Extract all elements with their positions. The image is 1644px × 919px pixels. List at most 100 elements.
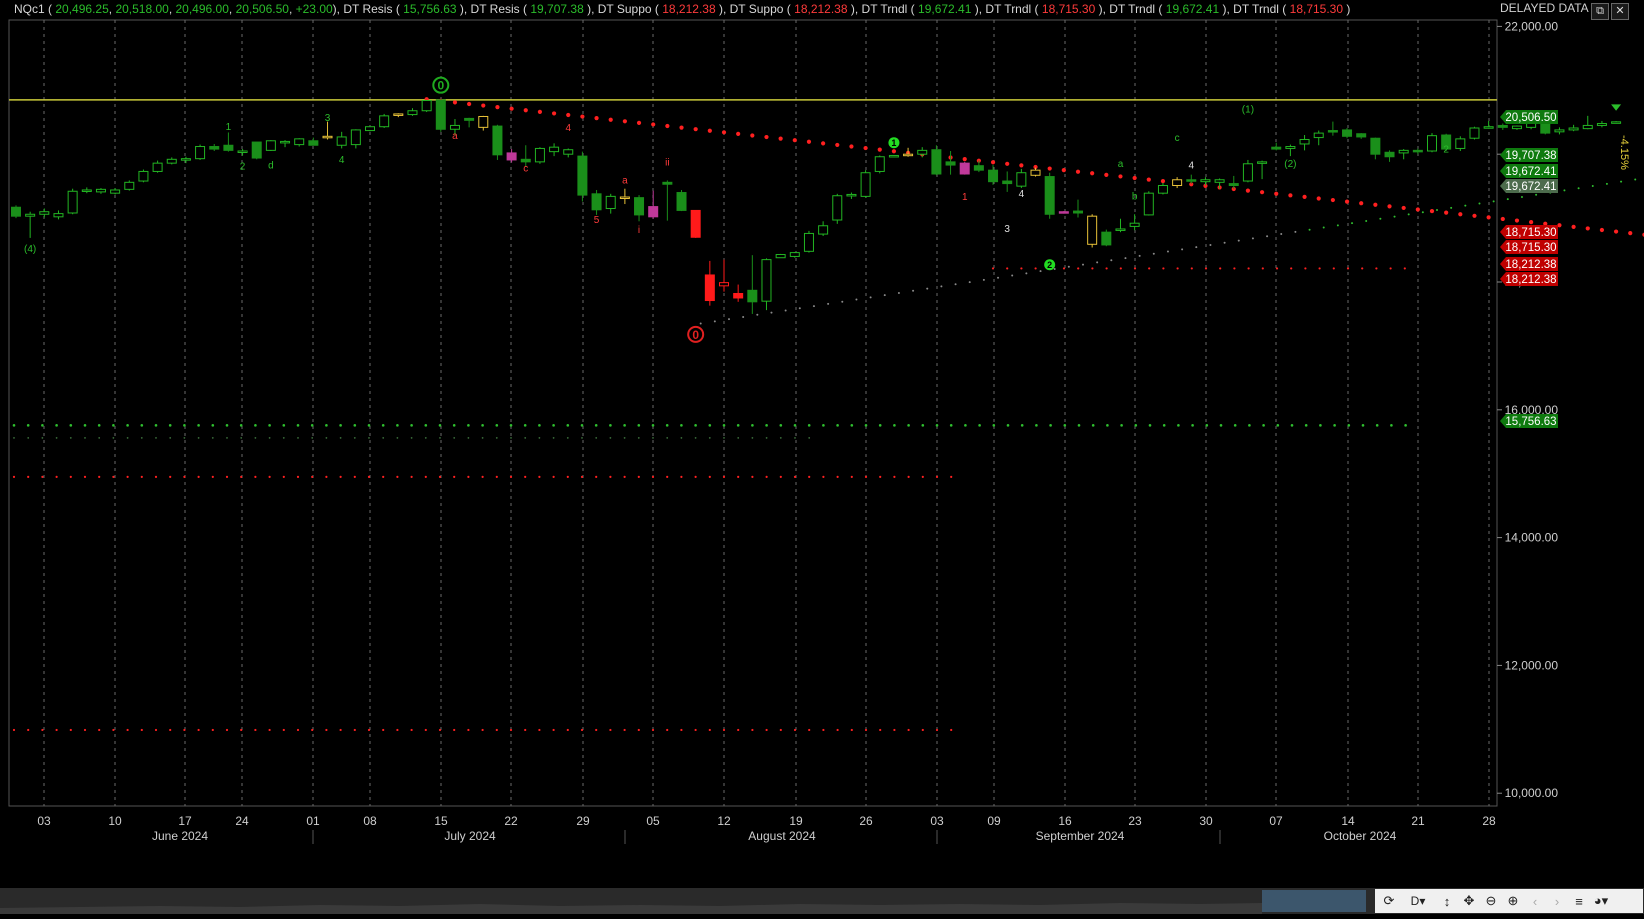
resistance-dot [1361, 424, 1365, 427]
support-dot [708, 475, 711, 479]
support-dot [353, 475, 356, 479]
resistance-dot [481, 424, 484, 427]
trendline-dot [1288, 193, 1293, 198]
trendline-dot [869, 296, 872, 299]
candle [903, 147, 914, 157]
resistance-dot [949, 424, 953, 427]
y-tick-label: 22,000.00 [1505, 19, 1559, 33]
zoom-out-icon[interactable]: ⊖ [1481, 891, 1501, 911]
trendline-dot [728, 318, 730, 321]
support-dot [140, 475, 143, 479]
resistance-dot [1020, 424, 1024, 427]
candle [1412, 148, 1423, 155]
price-tag-label: 18,715.30 [1505, 242, 1556, 254]
menu-icon[interactable]: ≡ [1569, 891, 1589, 911]
candle [1611, 121, 1622, 124]
support-dot [41, 728, 44, 732]
support-dot [1375, 267, 1378, 270]
resistance-dot [211, 437, 214, 439]
wave-label: (4) [24, 244, 36, 255]
support-dot [197, 475, 200, 479]
resistance-dot [282, 437, 285, 439]
candle-body [308, 140, 319, 146]
trendline-dot [1359, 201, 1364, 206]
resistance-dot [424, 424, 428, 427]
zoom-in-icon[interactable]: ⊕ [1503, 891, 1523, 911]
candle-body [393, 113, 404, 116]
candle-body [520, 158, 531, 163]
candle [1313, 130, 1324, 146]
candle [1285, 144, 1296, 157]
move-icon[interactable]: ✥ [1459, 891, 1479, 911]
vertical-resize-icon[interactable]: ↕ [1437, 891, 1457, 911]
trendline-dot [551, 111, 557, 116]
restore-icon[interactable]: ⧉ [1591, 3, 1609, 20]
candle-body [1299, 138, 1310, 145]
candle-body [1384, 151, 1395, 158]
candle [1554, 127, 1565, 135]
support-dot [495, 728, 498, 732]
trendline-dot [1104, 172, 1109, 177]
resistance-dot [765, 437, 768, 439]
support-dot [254, 728, 257, 732]
resistance-dot [836, 424, 839, 427]
candle [860, 170, 871, 198]
candle-body [223, 144, 234, 151]
trendline-dot [1529, 220, 1534, 225]
resistance-dot [353, 424, 357, 427]
palette-icon[interactable]: ◕▾ [1591, 891, 1611, 911]
wave-label: 3 [1004, 224, 1010, 235]
candle-body [973, 165, 984, 171]
resistance-dot [794, 437, 796, 439]
trendline-dot [509, 106, 514, 111]
trendline-dot [1585, 226, 1590, 231]
price-chart[interactable]: 0012(4)12 d34ac45aiii1 43abc4(1)(2)2 -4.15%… [0, 0, 1644, 914]
candle-body [81, 189, 92, 192]
support-dot [126, 728, 129, 732]
support-dot [566, 728, 569, 732]
refresh-icon[interactable]: ⟳ [1379, 891, 1399, 911]
resistance-dot [680, 424, 683, 427]
candlestick-series [11, 99, 1622, 314]
indicator-value: 19,672.41 [918, 2, 972, 16]
x-tick-label: 10 [108, 814, 122, 828]
indicator-name: DT Suppo [729, 2, 784, 16]
chevron-left-icon[interactable]: ‹ [1525, 891, 1545, 911]
resistance-dot [552, 437, 555, 439]
x-tick-label: 16 [1058, 814, 1072, 828]
period-dropdown[interactable]: D ▾ [1401, 891, 1435, 911]
resistance-dot [1233, 424, 1237, 427]
support-dot [524, 475, 527, 479]
resistance-dot [239, 424, 243, 427]
resistance-dot [722, 424, 726, 427]
support-dot [55, 728, 58, 732]
trendline-dot [1005, 161, 1010, 166]
x-tick-label: 08 [363, 814, 377, 828]
current-price-arrow [1611, 104, 1622, 111]
trendline-dot [1237, 239, 1240, 242]
price-tag-label: 19,672.41 [1505, 166, 1556, 178]
indicator-name: DT Trndl [1109, 2, 1156, 16]
trendline-dot [1110, 259, 1113, 262]
price-tag-label: 15,756.63 [1505, 416, 1556, 428]
candle-body [860, 172, 871, 197]
x-tick-label: 12 [717, 814, 731, 828]
resistance-dot [112, 424, 115, 427]
resistance-dot [708, 437, 711, 439]
trendline-dot [891, 149, 897, 154]
close-icon[interactable]: ✕ [1611, 3, 1629, 20]
navigator-window[interactable] [1262, 890, 1366, 912]
chevron-right-icon[interactable]: › [1547, 891, 1567, 911]
resistance-dot [240, 437, 243, 439]
resistance-dot [297, 437, 299, 439]
trendline-dot [1160, 179, 1166, 184]
support-dot [637, 475, 640, 479]
price-tag-label: 19,707.38 [1505, 150, 1556, 162]
support-dot [211, 728, 214, 732]
candle-body [365, 126, 375, 132]
x-tick-label: 15 [434, 814, 448, 828]
candle-body [322, 135, 333, 139]
trendline-dot [1387, 204, 1392, 209]
candle-body [1058, 211, 1069, 214]
support-dot [921, 728, 924, 732]
